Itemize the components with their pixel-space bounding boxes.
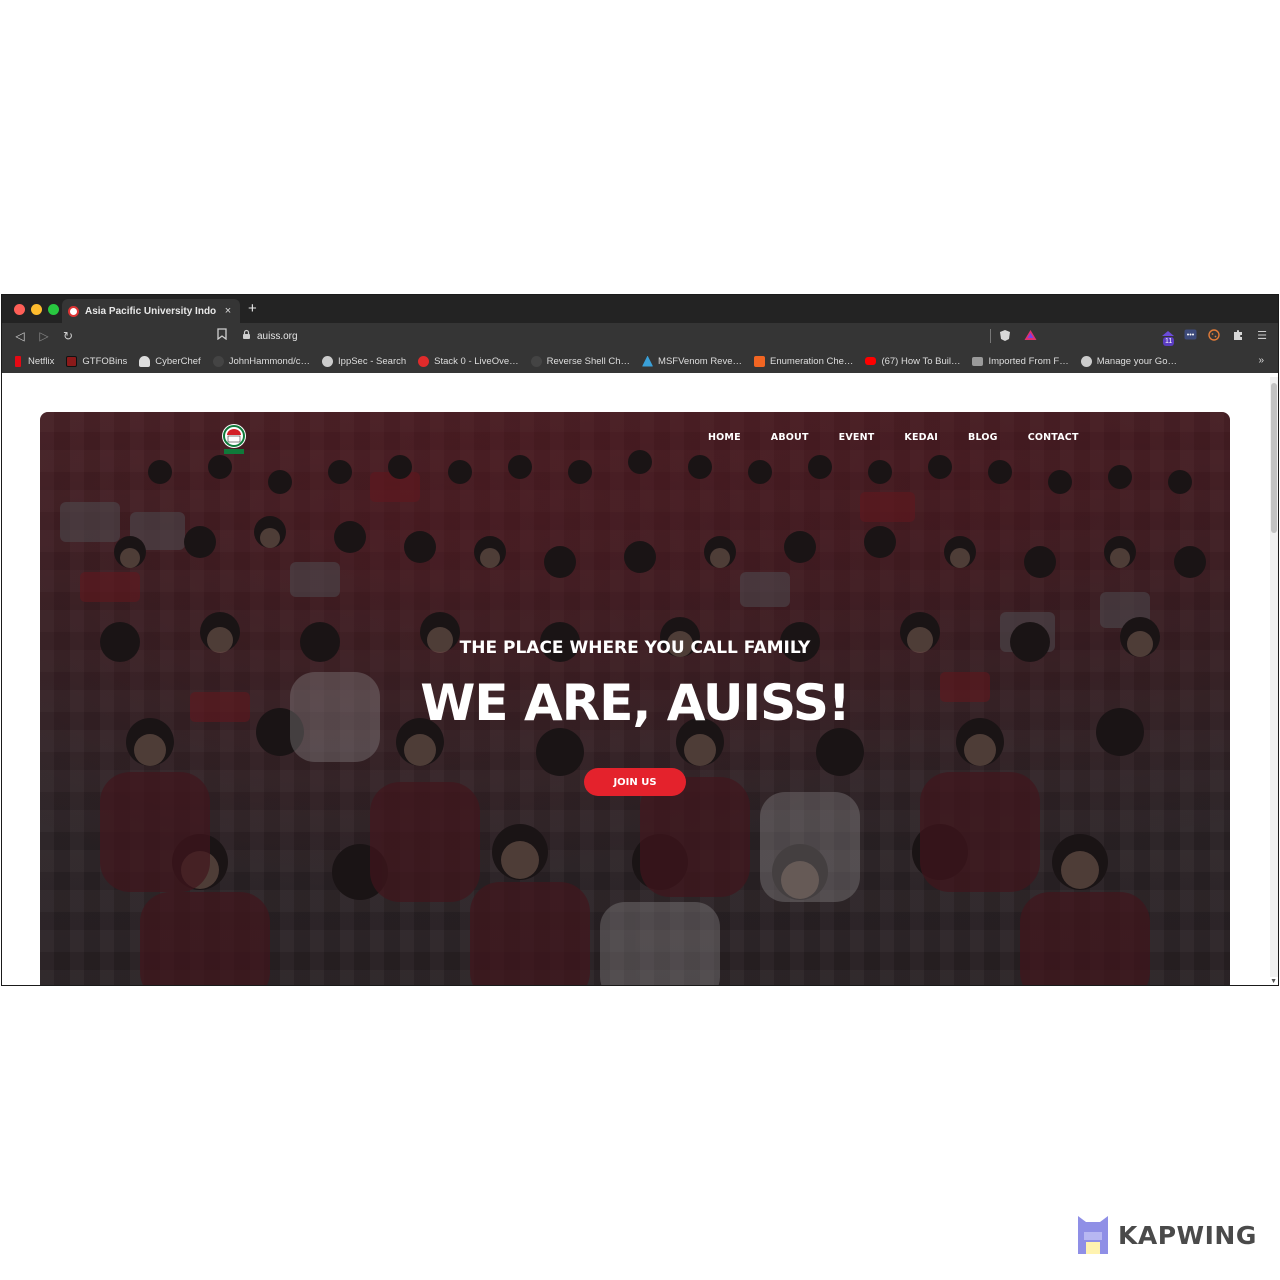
bookmark-gtfobins[interactable]: GTFOBins bbox=[66, 355, 128, 367]
bookmark-label: Netflix bbox=[28, 355, 55, 367]
bookmark-folder-imported[interactable]: Imported From F… bbox=[972, 355, 1069, 367]
bookmark-netflix[interactable]: Netflix bbox=[12, 355, 55, 367]
auiss-logo[interactable] bbox=[220, 422, 248, 456]
kapwing-watermark: KAPWING bbox=[1076, 1212, 1257, 1258]
nav-home[interactable]: HOME bbox=[708, 432, 741, 443]
nav-blog[interactable]: BLOG bbox=[968, 432, 998, 443]
more-bookmarks-chevron-icon[interactable]: » bbox=[1258, 355, 1264, 366]
extension-dots-icon[interactable] bbox=[1183, 329, 1197, 343]
navigation-bar: ◁ ▷ ↻ auiss.org 11 ☰ bbox=[2, 323, 1278, 349]
bookmark-ippsec[interactable]: IppSec - Search bbox=[322, 355, 407, 367]
address-bar[interactable]: auiss.org bbox=[242, 327, 298, 345]
hero-tagline: THE PLACE WHERE YOU CALL FAMILY bbox=[459, 638, 811, 658]
brave-shield-icon[interactable] bbox=[998, 329, 1012, 343]
brave-rewards-icon[interactable] bbox=[1023, 329, 1037, 343]
bookmark-manage-google[interactable]: Manage your Go… bbox=[1080, 355, 1177, 367]
back-icon[interactable]: ◁ bbox=[12, 328, 28, 344]
bookmark-label: Imported From F… bbox=[988, 355, 1069, 367]
nav-contact[interactable]: CONTACT bbox=[1028, 432, 1079, 443]
extension-count-badge: 11 bbox=[1163, 337, 1175, 346]
new-tab-button[interactable]: + bbox=[248, 301, 257, 317]
bookmark-label: Enumeration Che… bbox=[770, 355, 854, 367]
github-icon bbox=[530, 355, 542, 367]
youtube-icon bbox=[865, 357, 877, 365]
bookmark-youtube[interactable]: (67) How To Buil… bbox=[865, 356, 960, 367]
hero-banner: HOME ABOUT EVENT KEDAI BLOG CONTACT THE … bbox=[40, 412, 1230, 985]
bookmark-msfvenom[interactable]: MSFVenom Reve… bbox=[642, 355, 742, 367]
github-icon bbox=[212, 355, 224, 367]
page-viewport: HOME ABOUT EVENT KEDAI BLOG CONTACT THE … bbox=[2, 373, 1278, 985]
netflix-icon bbox=[15, 355, 21, 367]
liveoverflow-icon bbox=[418, 355, 430, 367]
close-window-button[interactable] bbox=[14, 304, 25, 315]
msfvenom-icon bbox=[642, 355, 654, 367]
tab-active[interactable]: Asia Pacific University Indone × bbox=[62, 299, 240, 323]
nav-kedai[interactable]: KEDAI bbox=[904, 432, 938, 443]
folder-icon bbox=[972, 356, 984, 366]
browser-window: Asia Pacific University Indone × + ◁ ▷ ↻… bbox=[1, 294, 1279, 986]
minimize-window-button[interactable] bbox=[31, 304, 42, 315]
tab-title: Asia Pacific University Indone bbox=[85, 305, 216, 317]
nav-about[interactable]: ABOUT bbox=[771, 432, 809, 443]
scrollbar-thumb[interactable] bbox=[1271, 383, 1277, 533]
bookmarks-bar: Netflix GTFOBins CyberChef JohnHammond/c… bbox=[2, 349, 1278, 373]
tab-close-icon[interactable]: × bbox=[222, 305, 234, 317]
cookie-extension-icon[interactable] bbox=[1207, 329, 1221, 343]
reload-icon[interactable]: ↻ bbox=[60, 328, 76, 344]
bookmark-cyberchef[interactable]: CyberChef bbox=[139, 355, 201, 367]
bookmark-johnhammond[interactable]: JohnHammond/c… bbox=[212, 355, 311, 367]
kapwing-wordmark: KAPWING bbox=[1118, 1220, 1257, 1250]
bookmark-enumeration[interactable]: Enumeration Che… bbox=[754, 355, 854, 367]
blogger-icon bbox=[754, 355, 765, 367]
site-navigation: HOME ABOUT EVENT KEDAI BLOG CONTACT bbox=[708, 432, 1109, 443]
bookmark-page-icon[interactable] bbox=[214, 328, 230, 344]
page-scrollbar[interactable] bbox=[1270, 377, 1278, 977]
menu-icon[interactable]: ☰ bbox=[1255, 329, 1269, 343]
bookmark-label: CyberChef bbox=[155, 355, 201, 367]
bookmark-label: MSFVenom Reve… bbox=[658, 355, 742, 367]
bookmark-liveoverflow[interactable]: Stack 0 - LiveOve… bbox=[418, 355, 519, 367]
kapwing-logo-icon bbox=[1078, 1216, 1108, 1254]
bookmark-reverse-shell[interactable]: Reverse Shell Ch… bbox=[530, 355, 631, 367]
bookmark-label: IppSec - Search bbox=[338, 355, 407, 367]
extensions-puzzle-icon[interactable] bbox=[1231, 329, 1245, 343]
chef-hat-icon bbox=[139, 355, 151, 367]
url-text: auiss.org bbox=[257, 330, 298, 342]
join-us-button[interactable]: JOIN US bbox=[584, 768, 686, 796]
bookmark-label: Reverse Shell Ch… bbox=[546, 355, 631, 367]
globe-icon bbox=[1080, 355, 1092, 367]
bookmark-label: GTFOBins bbox=[82, 355, 128, 367]
forward-icon[interactable]: ▷ bbox=[36, 328, 52, 344]
globe-icon bbox=[322, 355, 334, 367]
maximize-window-button[interactable] bbox=[48, 304, 59, 315]
bookmark-label: (67) How To Buil… bbox=[881, 355, 961, 367]
lock-icon bbox=[242, 327, 251, 345]
bookmark-label: Stack 0 - LiveOve… bbox=[434, 355, 519, 367]
tab-bar: Asia Pacific University Indone × + bbox=[2, 295, 1278, 323]
nav-event[interactable]: EVENT bbox=[839, 432, 875, 443]
bookmark-label: Manage your Go… bbox=[1096, 355, 1177, 367]
toolbar-divider bbox=[990, 329, 991, 343]
hero-headline: WE ARE, AUISS! bbox=[420, 674, 850, 732]
bookmark-label: JohnHammond/c… bbox=[228, 355, 311, 367]
site-favicon-icon bbox=[68, 305, 79, 317]
gtfobins-icon bbox=[66, 355, 78, 367]
scroll-down-arrow-icon[interactable]: ▼ bbox=[1270, 978, 1277, 985]
